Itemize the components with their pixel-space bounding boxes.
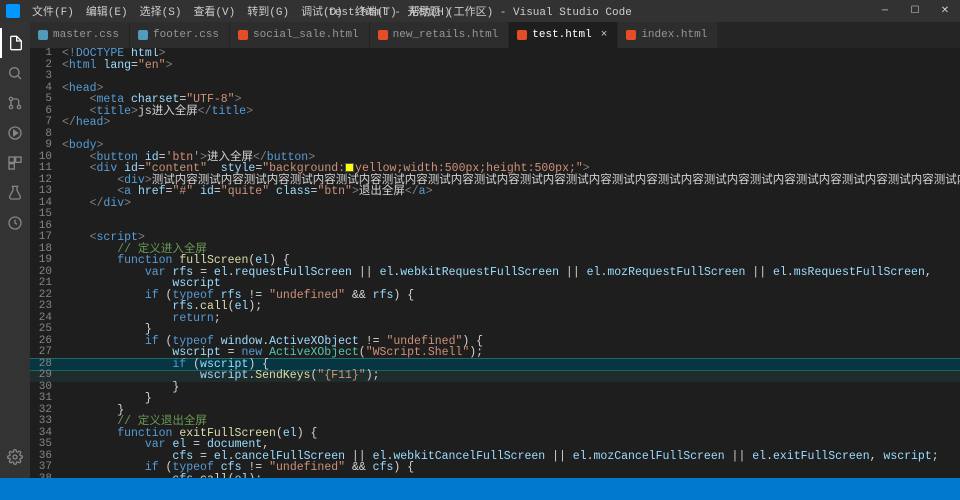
tab[interactable]: master.css <box>30 22 130 48</box>
code-line[interactable]: 8 <box>30 129 960 141</box>
code-line[interactable]: 6 <title>js进入全屏</title> <box>30 106 960 118</box>
line-number: 1 <box>30 48 62 60</box>
activity-bar <box>0 22 30 478</box>
line-content[interactable]: <a href="#" id="quite" class="btn">退出全屏<… <box>62 186 960 198</box>
tab-label: social_sale.html <box>253 29 359 41</box>
html-file-icon <box>378 30 388 40</box>
tab[interactable]: footer.css <box>130 22 230 48</box>
html-file-icon <box>517 30 527 40</box>
settings-gear-icon[interactable] <box>0 442 30 472</box>
css-file-icon <box>38 30 48 40</box>
tabs-row: master.css footer.css social_sale.html new_… <box>30 22 960 48</box>
tab[interactable]: index.html <box>618 22 718 48</box>
source-control-icon[interactable] <box>0 88 30 118</box>
code-line[interactable]: 3 <box>30 71 960 83</box>
tab[interactable]: new_retails.html <box>370 22 510 48</box>
css-file-icon <box>138 30 148 40</box>
line-number: 25 <box>30 324 62 336</box>
html-file-icon <box>238 30 248 40</box>
line-number: 19 <box>30 255 62 267</box>
code-line[interactable]: 7</head> <box>30 117 960 129</box>
minimize-button[interactable]: ─ <box>870 0 900 22</box>
close-tab-icon[interactable]: × <box>601 29 608 41</box>
menu-item[interactable]: 编辑(E) <box>80 3 134 19</box>
search-icon[interactable] <box>0 58 30 88</box>
line-number: 9 <box>30 140 62 152</box>
menu-item[interactable]: 选择(S) <box>134 3 188 19</box>
code-line[interactable]: 37 if (typeof cfs != "undefined" && cfs)… <box>30 462 960 474</box>
line-content[interactable]: return; <box>62 313 960 325</box>
menu-item[interactable]: 转到(G) <box>241 3 295 19</box>
code-line[interactable]: 15 <box>30 209 960 221</box>
line-content[interactable]: </head> <box>62 117 960 129</box>
titlebar: 文件(F)编辑(E)选择(S)查看(V)转到(G)调试(D)终端(T)帮助(H)… <box>0 0 960 22</box>
code-line[interactable]: 24 return; <box>30 313 960 325</box>
line-content[interactable]: <!DOCTYPE html> <box>62 48 960 60</box>
tab[interactable]: social_sale.html <box>230 22 370 48</box>
code-editor[interactable]: 1<!DOCTYPE html>2<html lang="en">34<head… <box>30 48 960 478</box>
line-number: 27 <box>30 347 62 359</box>
menu-item[interactable]: 查看(V) <box>187 3 241 19</box>
code-line[interactable]: 38 cfs.call(el); <box>30 474 960 479</box>
window-title: test.html - 无标题 (工作区) - Visual Studio Co… <box>328 3 632 19</box>
line-number: 11 <box>30 163 62 175</box>
line-number: 17 <box>30 232 62 244</box>
maximize-button[interactable]: ☐ <box>900 0 930 22</box>
line-content[interactable]: } <box>62 382 960 394</box>
explorer-icon[interactable] <box>0 28 30 58</box>
line-number: 31 <box>30 393 62 405</box>
debug-icon[interactable] <box>0 118 30 148</box>
line-content[interactable]: } <box>62 393 960 405</box>
line-number: 38 <box>30 474 62 479</box>
line-number: 23 <box>30 301 62 313</box>
code-line[interactable]: 16 <box>30 221 960 233</box>
line-content[interactable]: <html lang="en"> <box>62 60 960 72</box>
line-number: 5 <box>30 94 62 106</box>
line-content[interactable]: wscript.SendKeys("{F11}"); <box>62 370 960 382</box>
line-content[interactable]: cfs.call(el); <box>62 474 960 479</box>
editor-area: master.css footer.css social_sale.html new_… <box>30 22 960 478</box>
html-file-icon <box>626 30 636 40</box>
code-line[interactable]: 27 wscript = new ActiveXObject("WScript.… <box>30 347 960 359</box>
close-button[interactable]: ✕ <box>930 0 960 22</box>
line-content[interactable] <box>62 129 960 141</box>
line-content[interactable] <box>62 71 960 83</box>
code-line[interactable]: 31 } <box>30 393 960 405</box>
vscode-logo-icon <box>6 4 20 18</box>
line-number: 21 <box>30 278 62 290</box>
code-line[interactable]: 13 <a href="#" id="quite" class="btn">退出… <box>30 186 960 198</box>
line-number: 7 <box>30 117 62 129</box>
line-number: 13 <box>30 186 62 198</box>
extensions-icon[interactable] <box>0 148 30 178</box>
code-line[interactable]: 14 </div> <box>30 198 960 210</box>
menu-item[interactable]: 文件(F) <box>26 3 80 19</box>
code-line[interactable]: 29 wscript.SendKeys("{F11}"); <box>30 370 960 382</box>
line-number: 29 <box>30 370 62 382</box>
line-number: 35 <box>30 439 62 451</box>
line-number: 37 <box>30 462 62 474</box>
line-content[interactable] <box>62 209 960 221</box>
tab-label: master.css <box>53 29 119 41</box>
code-line[interactable]: 23 rfs.call(el); <box>30 301 960 313</box>
tab[interactable]: test.html × <box>509 22 618 48</box>
code-line[interactable]: 2<html lang="en"> <box>30 60 960 72</box>
line-number: 15 <box>30 209 62 221</box>
tab-label: new_retails.html <box>393 29 499 41</box>
tab-label: index.html <box>641 29 707 41</box>
code-line[interactable]: 30 } <box>30 382 960 394</box>
timeline-icon[interactable] <box>0 208 30 238</box>
testing-icon[interactable] <box>0 178 30 208</box>
line-number: 33 <box>30 416 62 428</box>
status-bar <box>0 478 960 500</box>
tab-label: footer.css <box>153 29 219 41</box>
tab-label: test.html <box>532 29 591 41</box>
line-number: 3 <box>30 71 62 83</box>
line-content[interactable]: </div> <box>62 198 960 210</box>
line-content[interactable]: <title>js进入全屏</title> <box>62 106 960 118</box>
line-content[interactable] <box>62 221 960 233</box>
